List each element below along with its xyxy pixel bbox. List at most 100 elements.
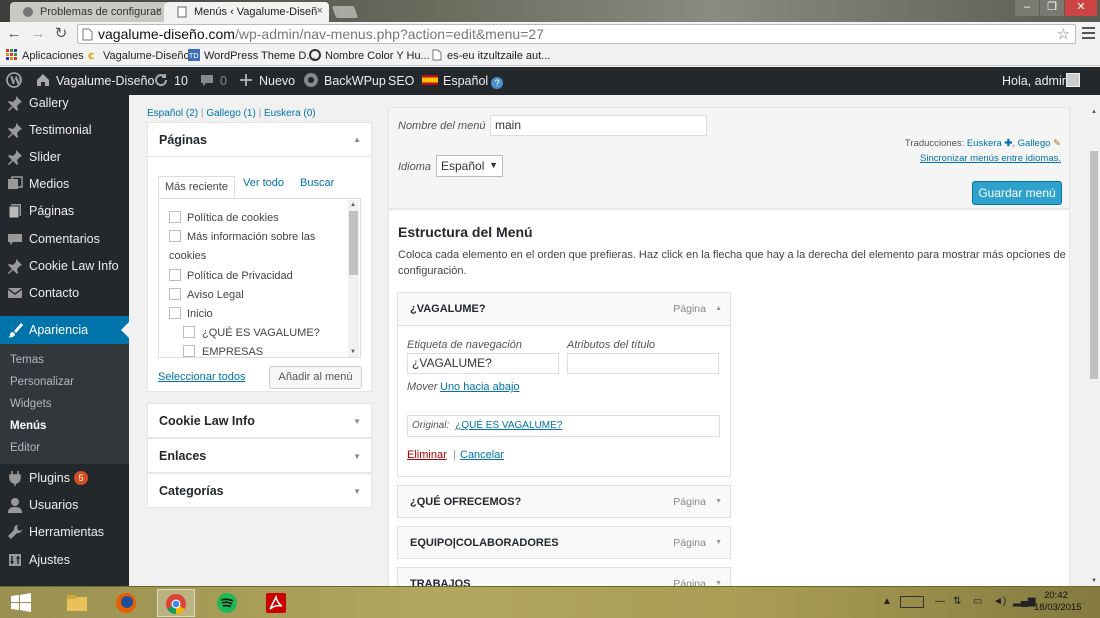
browser-tab-active[interactable]: Menús ‹ Vagalume-Diseñ × [164, 2, 329, 22]
acrobat-icon[interactable] [257, 589, 295, 617]
translation-link-gl[interactable]: Gallego [1018, 138, 1051, 149]
categorias-panel[interactable]: Categorías ▼ [147, 473, 372, 508]
scroll-thumb[interactable] [349, 211, 358, 275]
sidebar-item-cookie-law-info[interactable]: Cookie Law Info [0, 255, 129, 277]
scroll-down-icon[interactable]: ▼ [1091, 578, 1097, 584]
expand-arrow-icon[interactable]: ▼ [353, 417, 361, 426]
collapse-arrow-icon[interactable]: ▲ [353, 135, 361, 144]
sidebar-item-slider[interactable]: Slider [0, 146, 129, 168]
sidebar-item-paginas[interactable]: Páginas [0, 200, 129, 222]
updates-link[interactable]: 10 [153, 67, 188, 95]
enlaces-panel[interactable]: Enlaces ▼ [147, 438, 372, 473]
language-select[interactable]: Español ▼ [436, 155, 503, 177]
lang-link-gl[interactable]: Gallego (1) [206, 108, 255, 119]
tab-close-icon[interactable]: × [156, 5, 162, 17]
scroll-up-icon[interactable]: ▲ [350, 202, 356, 208]
reload-icon[interactable]: ↻ [53, 26, 69, 42]
nav-label-input[interactable]: ¿VAGALUME? [407, 353, 559, 374]
minimize-button[interactable]: – [1015, 0, 1039, 16]
new-content-link[interactable]: Nuevo [238, 67, 295, 95]
save-menu-button[interactable]: Guardar menú [972, 181, 1062, 205]
bookmark-itzultzaile[interactable]: es-eu itzultzaile aut... [431, 49, 550, 62]
tab-close-icon[interactable]: × [317, 5, 323, 17]
checkbox[interactable] [169, 230, 181, 242]
move-down-link[interactable]: Uno hacia abajo [440, 381, 520, 393]
submenu-item-menus[interactable]: Menús [10, 420, 46, 432]
file-explorer-icon[interactable] [58, 589, 96, 617]
tab-mas-reciente[interactable]: Más reciente [158, 176, 235, 198]
collapse-arrow-icon[interactable]: ▲ [715, 305, 722, 312]
battery-icon[interactable]: ▭ [973, 596, 982, 608]
expand-arrow-icon[interactable]: ▼ [715, 539, 722, 546]
backwpup-link[interactable]: BackWPup [303, 67, 386, 95]
original-page-link[interactable]: ¿QUÉ ES VAGALUME? [455, 420, 562, 431]
lang-link-es[interactable]: Español (2) [147, 108, 198, 119]
add-to-menu-button[interactable]: Añadir al menú [269, 366, 362, 389]
bookmark-wordpress-theme[interactable]: TD WordPress Theme D... [188, 49, 315, 62]
avatar[interactable] [1066, 73, 1080, 87]
menu-item[interactable]: EQUIPO|COLABORADORES Página ▼ [397, 526, 731, 559]
new-tab-button[interactable] [331, 6, 359, 18]
sidebar-item-apariencia[interactable]: Apariencia [0, 316, 129, 344]
scroll-thumb[interactable] [1090, 151, 1098, 379]
submenu-item-widgets[interactable]: Widgets [10, 398, 52, 410]
wordpress-logo-icon[interactable]: W [6, 67, 27, 95]
tray-minus-icon[interactable]: — [935, 596, 945, 608]
cookie-law-info-panel[interactable]: Cookie Law Info ▼ [147, 403, 372, 438]
menu-item[interactable]: ¿QUÉ OFRECEMOS? Página ▼ [397, 485, 731, 518]
keyboard-icon[interactable] [900, 596, 924, 608]
volume-icon[interactable]: ◄) [993, 596, 1006, 608]
expand-arrow-icon[interactable]: ▼ [353, 452, 361, 461]
submenu-item-personalizar[interactable]: Personalizar [10, 376, 74, 388]
expand-arrow-icon[interactable]: ▼ [353, 487, 361, 496]
account-greeting[interactable]: Hola, admin [1002, 67, 1069, 95]
menu-name-input[interactable]: main [490, 115, 707, 136]
comments-link[interactable]: 0 [199, 67, 227, 95]
tab-buscar[interactable]: Buscar [300, 177, 334, 189]
title-attribute-input[interactable] [567, 353, 719, 374]
language-switcher[interactable]: Español? [422, 67, 504, 95]
firefox-icon[interactable] [107, 589, 145, 617]
translation-link-eu[interactable]: Euskera [967, 138, 1002, 149]
start-button[interactable] [2, 589, 40, 617]
sidebar-item-gallery[interactable]: Gallery [0, 95, 129, 114]
seo-link[interactable]: SEO [388, 67, 414, 95]
back-arrow-icon[interactable]: ← [6, 26, 22, 42]
edit-pencil-icon[interactable]: ✎ [1053, 138, 1061, 149]
submenu-item-temas[interactable]: Temas [10, 354, 44, 366]
sync-icon[interactable]: ⇅ [953, 596, 961, 608]
site-name-link[interactable]: Vagalume-Diseño [35, 67, 154, 95]
taskbar-clock[interactable]: 20:42 18/03/2015 [1034, 590, 1082, 614]
sidebar-item-ajustes[interactable]: Ajustes [0, 549, 129, 571]
help-icon[interactable]: ? [491, 77, 504, 89]
sidebar-item-herramientas[interactable]: Herramientas [0, 521, 129, 543]
remove-item-link[interactable]: Eliminar [407, 449, 447, 461]
checkbox[interactable] [169, 307, 181, 319]
sidebar-item-testimonial[interactable]: Testimonial [0, 119, 129, 141]
sync-menus-link[interactable]: Sincronizar menús entre idiomas. [920, 153, 1061, 164]
select-all-link[interactable]: Seleccionar todos [158, 371, 245, 383]
chrome-icon[interactable] [157, 589, 195, 617]
sidebar-item-comentarios[interactable]: Comentarios [0, 228, 129, 250]
browser-tab[interactable]: Problemas de configurac × [10, 2, 168, 22]
scroll-up-icon[interactable]: ▲ [1091, 109, 1097, 115]
panel-title[interactable]: Páginas [159, 133, 207, 147]
forward-arrow-icon[interactable]: → [30, 26, 46, 42]
menu-item-header[interactable]: ¿VAGALUME? Página ▲ [398, 293, 730, 326]
checkbox[interactable] [169, 288, 181, 300]
address-bar[interactable]: vagalume-diseño.com/wp-admin/nav-menus.p… [77, 24, 1076, 44]
maximize-button[interactable]: ❐ [1040, 0, 1064, 16]
checkbox[interactable] [169, 269, 181, 281]
expand-arrow-icon[interactable]: ▼ [715, 498, 722, 505]
bookmark-nombre-color[interactable]: Nombre Color Y Hu... [309, 49, 430, 62]
network-icon[interactable]: ▂▄▆ [1013, 596, 1035, 608]
list-scrollbar[interactable]: ▲ ▼ [348, 200, 359, 357]
submenu-item-editor[interactable]: Editor [10, 442, 40, 454]
bookmark-apps[interactable]: Aplicaciones [6, 49, 84, 62]
bookmark-star-icon[interactable]: ☆ [1057, 26, 1070, 43]
sidebar-item-medios[interactable]: Medios [0, 173, 129, 195]
checkbox[interactable] [169, 211, 181, 223]
scroll-down-icon[interactable]: ▼ [350, 349, 356, 355]
sidebar-item-plugins[interactable]: Plugins 5 [0, 467, 129, 489]
spotify-icon[interactable] [208, 589, 246, 617]
